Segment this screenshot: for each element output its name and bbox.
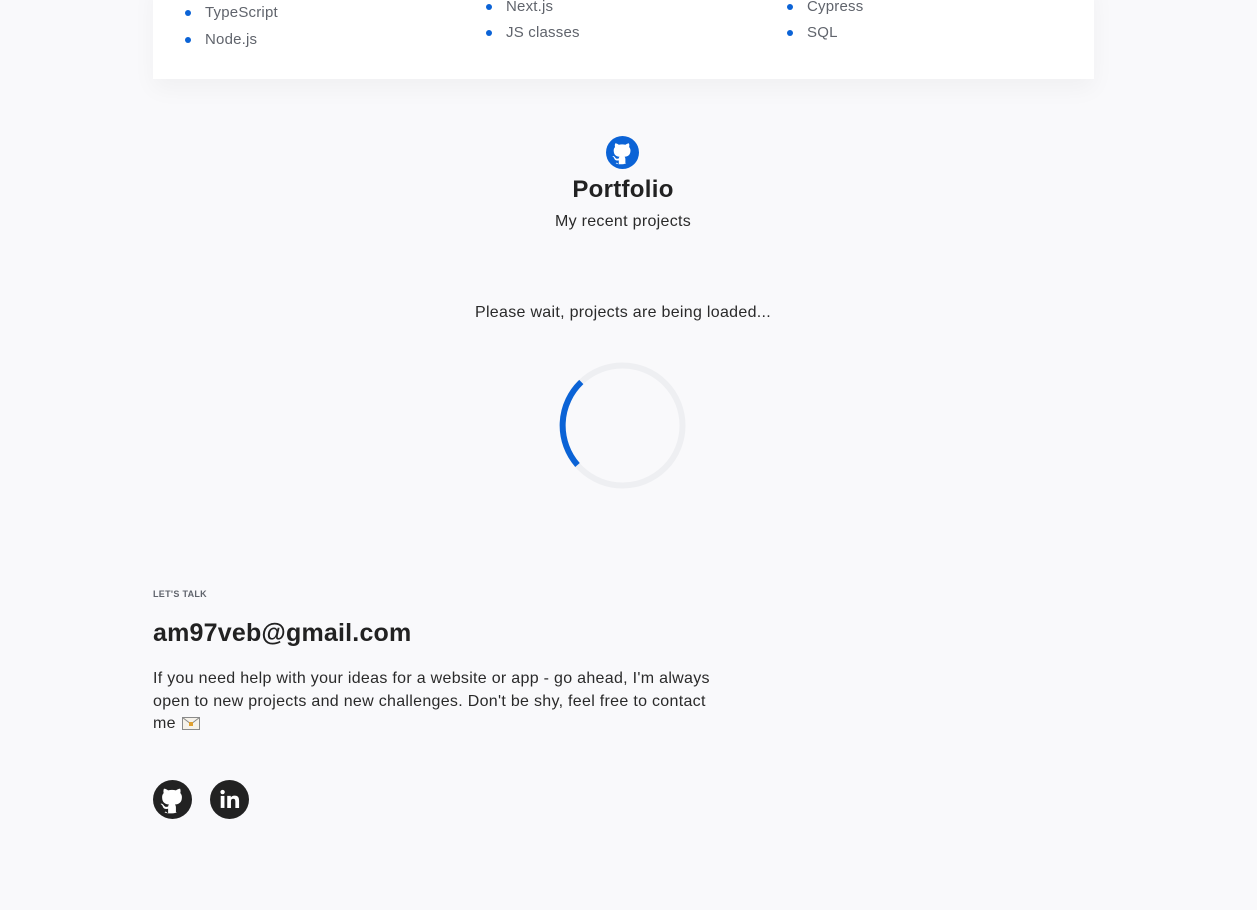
skill-label: TypeScript — [205, 4, 278, 21]
skill-item: JS classes — [486, 24, 580, 41]
skill-item: TypeScript — [185, 4, 278, 21]
loading-spinner — [558, 361, 687, 490]
skill-label: Cypress — [807, 0, 864, 15]
github-icon — [606, 136, 639, 169]
envelope-icon — [181, 715, 200, 730]
contact-email[interactable]: am97veb@gmail.com — [153, 619, 411, 648]
linkedin-link[interactable] — [210, 780, 249, 819]
skill-label: JS classes — [506, 24, 580, 41]
portfolio-title: Portfolio — [572, 176, 674, 203]
bullet-dot — [486, 3, 492, 10]
skill-label: Node.js — [205, 31, 258, 48]
bullet-dot — [185, 9, 191, 16]
skill-label: SQL — [807, 24, 838, 41]
bullet-dot — [486, 29, 492, 36]
portfolio-subtitle: My recent projects — [554, 213, 692, 230]
bullet-dot — [787, 3, 793, 10]
skill-item: SQL — [787, 24, 838, 41]
skill-item: Next.js — [486, 0, 553, 15]
bullet-dot — [787, 29, 793, 36]
linkedin-icon — [210, 780, 249, 819]
bullet-dot — [185, 36, 191, 43]
skill-item: Node.js — [185, 31, 257, 48]
contact-message-text: If you need help with your ideas for a w… — [153, 670, 710, 732]
contact-message: If you need help with your ideas for a w… — [153, 668, 713, 736]
skills-card: TypeScript Node.js Next.js JS classes Cy… — [153, 0, 1094, 79]
contact-eyebrow: LET'S TALK — [153, 589, 207, 599]
skill-item: Cypress — [787, 0, 863, 15]
loading-message: Please wait, projects are being loaded..… — [474, 304, 772, 321]
skill-label: Next.js — [506, 0, 554, 15]
github-icon — [153, 780, 192, 819]
github-link[interactable] — [153, 780, 192, 819]
